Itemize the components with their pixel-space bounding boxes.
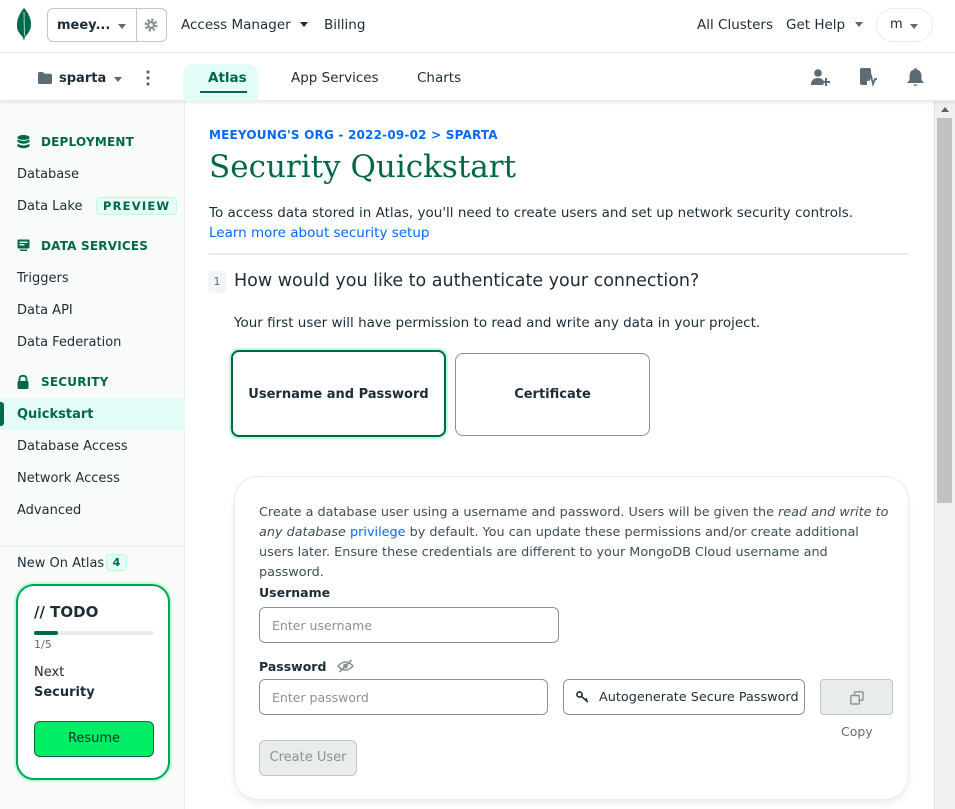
auth-question-heading: How would you like to authenticate your … (234, 271, 700, 291)
copy-icon (850, 691, 864, 705)
auth-option-certificate[interactable]: Certificate (455, 353, 650, 436)
user-menu-button[interactable]: m (876, 8, 933, 42)
folder-icon (38, 72, 52, 84)
security-setup-link[interactable]: Learn more about security setup (209, 225, 429, 241)
lock-icon (17, 375, 29, 389)
org-name: meey... (57, 18, 111, 33)
sidebar-divider (0, 546, 185, 547)
new-on-atlas-link[interactable]: New On Atlas (17, 556, 104, 571)
todo-progress-fill (34, 631, 58, 635)
todo-progress-text: 1/5 (34, 638, 52, 651)
page-scrollbar[interactable] (934, 101, 955, 809)
breadcrumb[interactable]: MEEYOUNG'S ORG - 2022-09-02 > SPARTA (209, 128, 498, 142)
resume-button[interactable]: Resume (34, 721, 154, 757)
todo-card: // TODO 1/5 Next Security Resume (16, 584, 170, 780)
copy-password-button[interactable] (820, 679, 893, 715)
eye-slash-icon[interactable] (336, 659, 354, 673)
preview-badge: PREVIEW (96, 197, 178, 215)
intro-paragraph: To access data stored in Atlas, you'll n… (209, 203, 889, 243)
get-help-label: Get Help (786, 17, 846, 33)
new-on-atlas-count-badge: 4 (106, 554, 127, 571)
all-clusters-link[interactable]: All Clusters (697, 17, 773, 33)
chevron-down-icon (910, 24, 918, 29)
password-field-wrapper (259, 679, 548, 715)
user-initial: m (890, 17, 903, 32)
gear-icon (144, 18, 158, 32)
sidebar-item-triggers[interactable]: Triggers (17, 271, 69, 286)
tab-atlas[interactable]: Atlas (208, 70, 247, 86)
chevron-down-icon (118, 24, 126, 29)
org-settings-button[interactable] (137, 8, 167, 42)
billing-link[interactable]: Billing (324, 17, 365, 33)
get-help-menu[interactable]: Get Help (786, 17, 864, 33)
security-header-label: SECURITY (41, 375, 109, 389)
intro-text: To access data stored in Atlas, you'll n… (209, 205, 854, 221)
data-services-icon (17, 239, 30, 251)
sidebar-item-data-lake[interactable]: Data Lake (17, 199, 82, 214)
active-item-indicator (0, 402, 4, 426)
autogenerate-password-button[interactable]: Autogenerate Secure Password (563, 679, 805, 715)
access-manager-menu[interactable]: Access Manager (181, 17, 308, 33)
tab-atlas-underline (200, 91, 247, 93)
password-label: Password (259, 659, 354, 674)
top-navbar: meey... Access Manager Billing All Clust… (0, 0, 955, 53)
page-title: Security Quickstart (209, 149, 517, 185)
scroll-up-arrow-icon[interactable] (941, 107, 949, 112)
permission-note: Your first user will have permission to … (234, 315, 761, 331)
scrollbar-thumb[interactable] (937, 118, 952, 503)
sidebar-item-quickstart[interactable]: Quickstart (17, 407, 93, 422)
todo-title: // TODO (34, 603, 99, 621)
left-sidebar: DEPLOYMENT Database Data Lake PREVIEW DA… (0, 101, 185, 809)
section-divider (209, 253, 909, 255)
activity-icon[interactable] (858, 68, 878, 87)
desc-text-2: by default. You can update these permiss… (259, 525, 859, 580)
add-user-icon[interactable] (811, 68, 830, 87)
step-number-badge: 1 (208, 271, 226, 293)
project-navbar: sparta Atlas App Services Charts (0, 54, 955, 101)
username-field-wrapper (259, 607, 559, 643)
chevron-down-icon (855, 22, 864, 27)
desc-text-1: Create a database user using a username … (259, 505, 779, 520)
auth-option-username-password[interactable]: Username and Password (231, 350, 446, 437)
username-input[interactable] (260, 608, 558, 642)
todo-next-label: Next (34, 665, 65, 680)
copy-label: Copy (841, 724, 873, 739)
database-icon (17, 135, 30, 149)
bell-icon[interactable] (907, 68, 924, 87)
project-name: sparta (59, 71, 107, 86)
sidebar-item-database-access[interactable]: Database Access (17, 439, 128, 454)
more-vertical-icon[interactable] (146, 70, 150, 86)
sidebar-item-database[interactable]: Database (17, 167, 79, 182)
data-services-header-label: DATA SERVICES (41, 239, 149, 253)
create-user-description: Create a database user using a username … (259, 503, 889, 583)
sidebar-item-advanced[interactable]: Advanced (17, 503, 81, 518)
sidebar-item-data-api[interactable]: Data API (17, 303, 73, 318)
deployment-header-label: DEPLOYMENT (41, 135, 135, 149)
chevron-down-icon (114, 77, 122, 82)
org-selector[interactable]: meey... (47, 8, 137, 42)
chevron-down-icon (299, 22, 308, 27)
mongodb-leaf-logo[interactable] (14, 8, 34, 40)
main-content: MEEYOUNG'S ORG - 2022-09-02 > SPARTA Sec… (186, 101, 934, 809)
autogenerate-label: Autogenerate Secure Password (599, 690, 799, 705)
privilege-link[interactable]: privilege (350, 525, 406, 540)
sidebar-item-data-federation[interactable]: Data Federation (17, 335, 121, 350)
password-label-text: Password (259, 659, 327, 674)
key-icon (576, 691, 589, 703)
password-input[interactable] (260, 680, 547, 714)
create-user-panel: Create a database user using a username … (234, 476, 909, 800)
tab-app-services[interactable]: App Services (291, 70, 379, 86)
access-manager-label: Access Manager (181, 17, 291, 33)
todo-next-value: Security (34, 685, 95, 700)
sidebar-item-network-access[interactable]: Network Access (17, 471, 120, 486)
create-user-button[interactable]: Create User (259, 740, 357, 776)
username-label: Username (259, 585, 331, 600)
tab-charts[interactable]: Charts (417, 70, 461, 86)
